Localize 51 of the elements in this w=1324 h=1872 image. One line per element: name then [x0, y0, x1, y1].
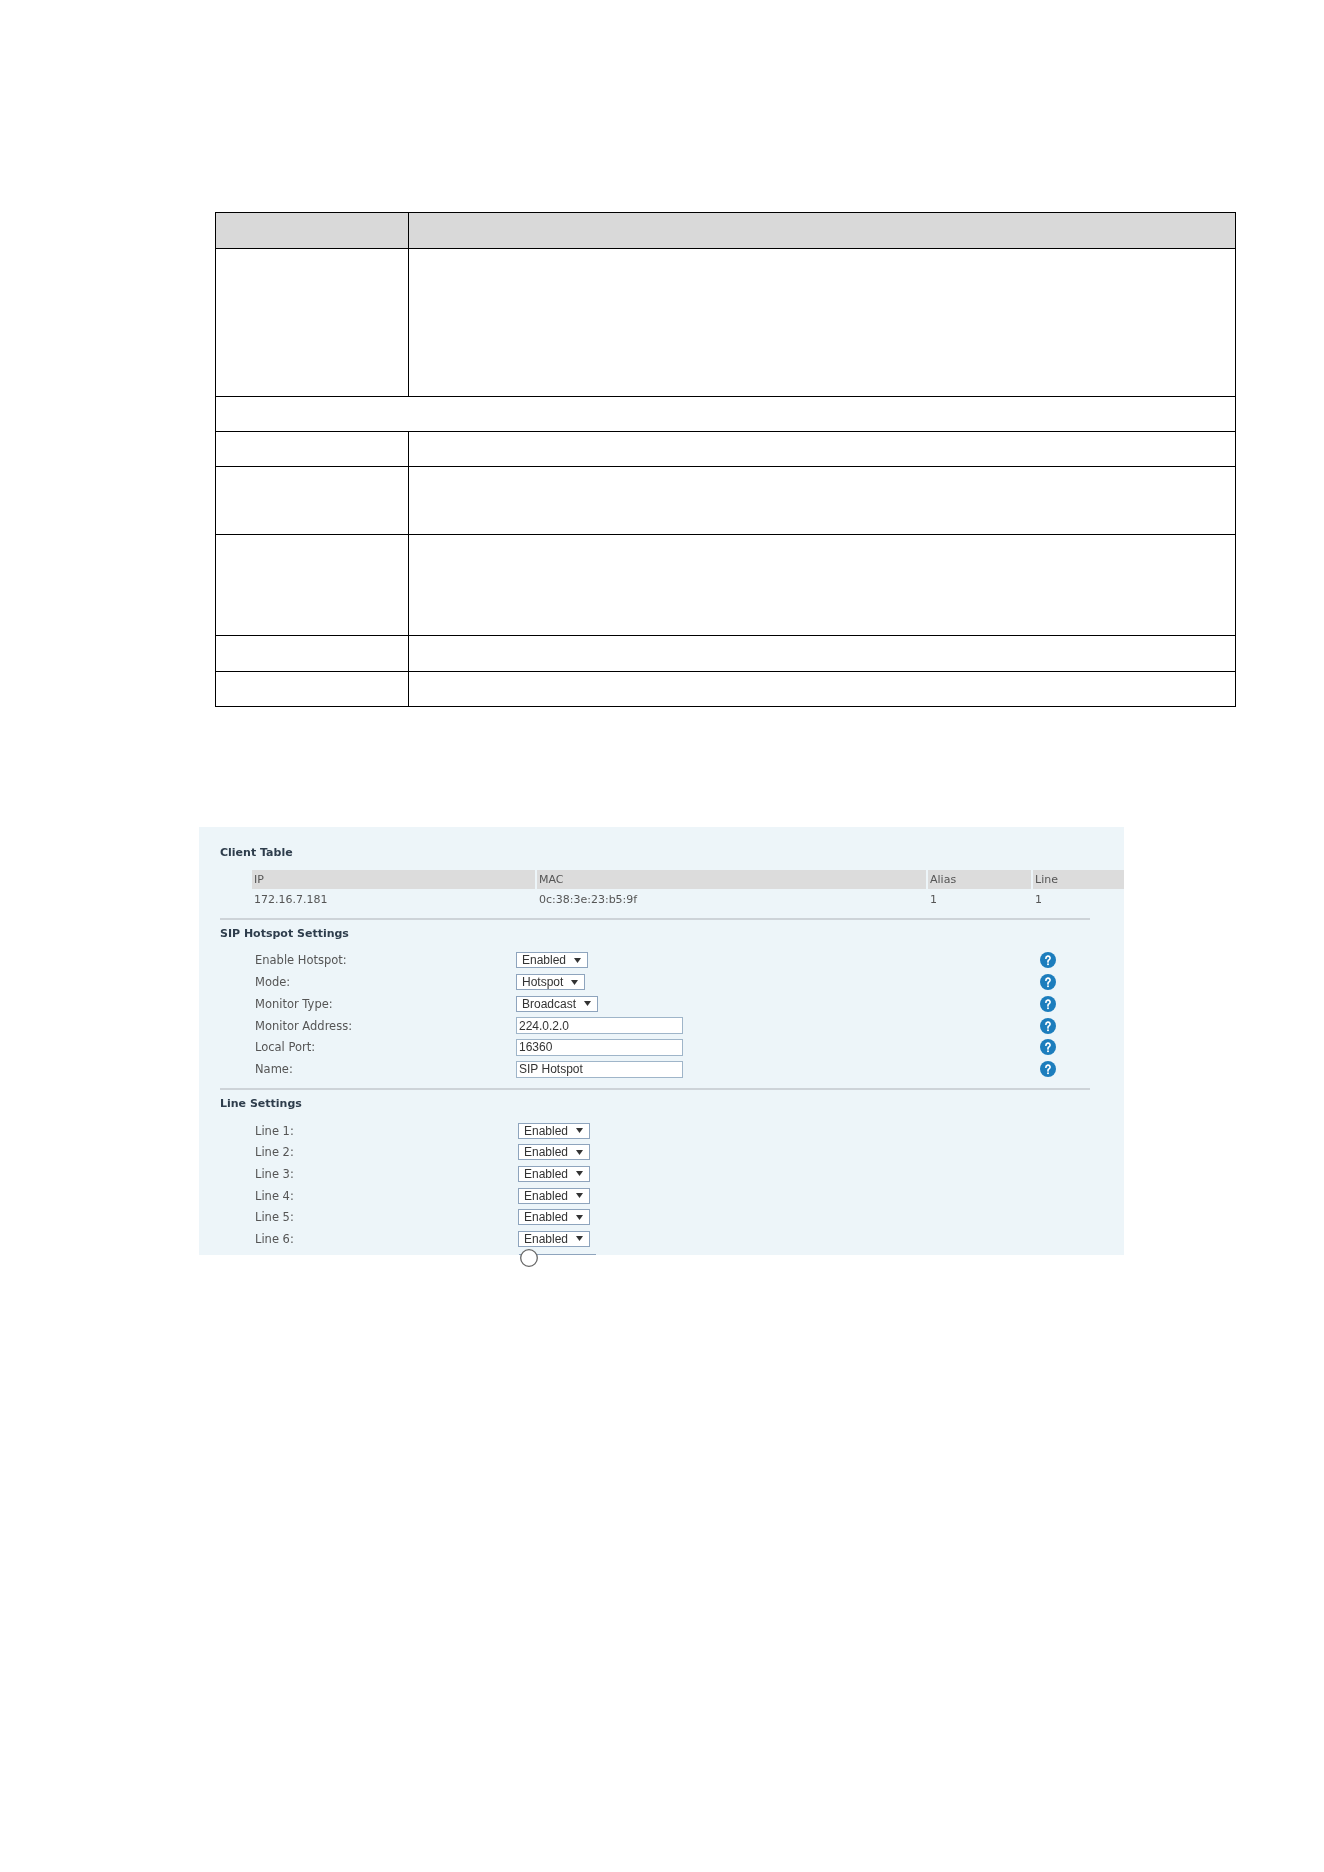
caret-icon: [576, 1149, 584, 1155]
dropdown-select[interactable]: Enabled: [518, 1122, 591, 1139]
help-icon[interactable]: [1040, 1017, 1056, 1034]
field-label: Monitor Address:: [255, 1018, 353, 1033]
help-icon[interactable]: [1040, 1039, 1056, 1056]
dropdown-select[interactable]: Enabled: [516, 952, 589, 969]
section-title: Client Table: [220, 845, 293, 860]
text-input[interactable]: SIP Hotspot: [516, 1060, 683, 1078]
dropdown-select[interactable]: Enabled: [518, 1187, 591, 1204]
text-input[interactable]: 224.0.2.0: [516, 1017, 683, 1035]
dropdown-select[interactable]: Enabled: [518, 1209, 591, 1226]
column-header: Alias: [928, 869, 1031, 889]
column-header: MAC: [537, 869, 926, 889]
table-cell-text: 0c:38:3e:23:b5:9f: [538, 891, 639, 908]
table-cell-text: 1: [929, 891, 938, 908]
field-label: Mode:: [255, 975, 291, 990]
field-label: Line 5:: [255, 1210, 294, 1225]
table-cell-text: 172.16.7.181: [253, 891, 329, 908]
field-label: Name:: [255, 1062, 293, 1077]
circle-handle-icon[interactable]: [520, 1248, 538, 1267]
dropdown-select[interactable]: Hotspot: [516, 974, 586, 991]
field-label: Line 1:: [255, 1123, 294, 1138]
field-label: Monitor Type:: [255, 996, 333, 1011]
field-label: Line 2:: [255, 1145, 294, 1160]
section-title: Line Settings: [220, 1097, 302, 1111]
section-title: SIP Hotspot Settings: [220, 926, 349, 941]
caret-icon: [576, 1214, 584, 1220]
field-label: Enable Hotspot:: [255, 953, 347, 968]
help-icon[interactable]: [1040, 1061, 1056, 1078]
help-icon[interactable]: [1040, 974, 1056, 991]
text-input[interactable]: 16360: [516, 1038, 683, 1056]
caret-icon: [576, 1171, 584, 1177]
dropdown-select[interactable]: Broadcast: [516, 995, 599, 1012]
column-header: Line: [1033, 869, 1124, 889]
field-label: Local Port:: [255, 1040, 316, 1055]
caret-icon: [576, 1236, 584, 1242]
field-label: Line 4:: [255, 1188, 294, 1203]
field-label: Line 6:: [255, 1231, 294, 1246]
caret-icon: [584, 1001, 592, 1007]
field-label: Line 3:: [255, 1167, 294, 1181]
caret-icon: [571, 979, 579, 985]
caret-icon: [574, 957, 582, 963]
dropdown-select[interactable]: Enabled: [518, 1230, 591, 1247]
caret-icon: [576, 1128, 584, 1134]
dropdown-select[interactable]: Enabled: [518, 1166, 591, 1182]
help-icon[interactable]: [1040, 995, 1056, 1012]
dropdown-select[interactable]: Enabled: [518, 1144, 591, 1161]
table-cell-text: 1: [1034, 891, 1043, 908]
column-header: IP: [252, 869, 535, 889]
caret-icon: [576, 1193, 584, 1199]
help-icon[interactable]: [1040, 952, 1056, 969]
